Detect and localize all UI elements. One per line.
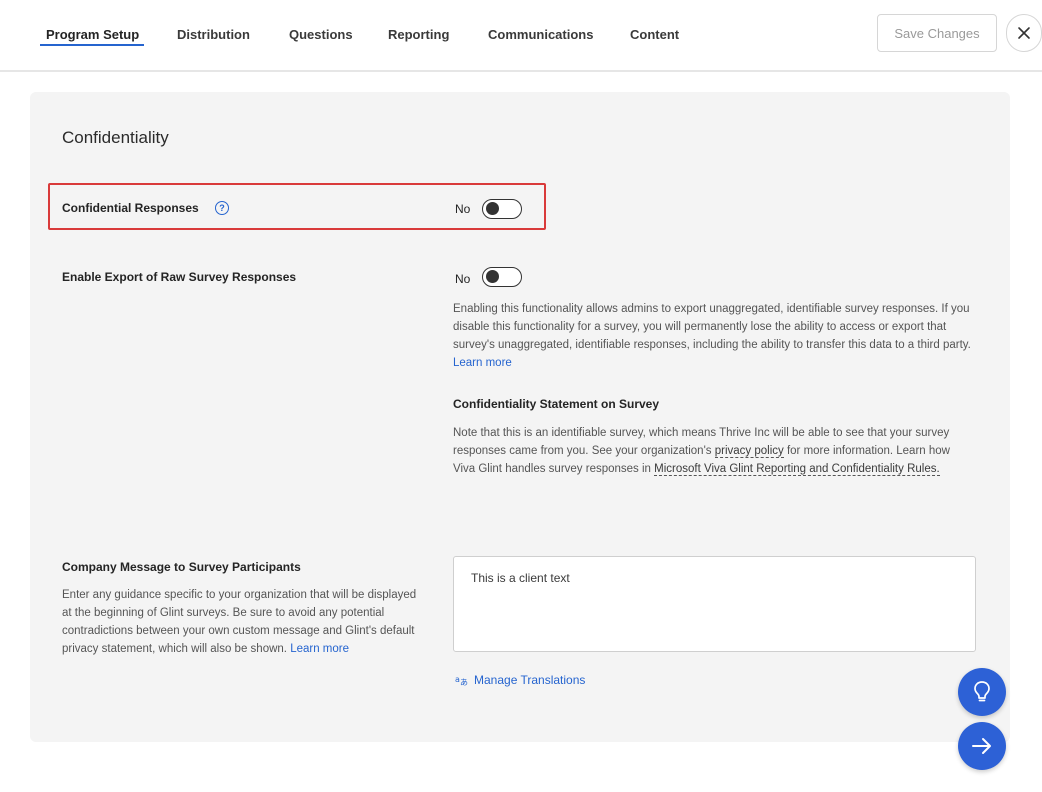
tab-reporting[interactable]: Reporting bbox=[388, 27, 449, 42]
reporting-rules-link[interactable]: Microsoft Viva Glint Reporting and Confi… bbox=[654, 463, 940, 476]
toggle-knob bbox=[486, 270, 499, 283]
confidential-responses-toggle[interactable] bbox=[482, 199, 522, 219]
save-changes-button[interactable]: Save Changes bbox=[877, 14, 997, 52]
hint-button[interactable] bbox=[958, 668, 1006, 716]
top-nav-bar: Program Setup Distribution Questions Rep… bbox=[0, 0, 1042, 72]
active-tab-indicator bbox=[40, 44, 144, 46]
lightbulb-icon bbox=[974, 681, 990, 702]
tab-communications[interactable]: Communications bbox=[488, 27, 593, 42]
manage-translations-link[interactable]: a あ Manage Translations bbox=[455, 673, 585, 687]
arrow-right-icon bbox=[972, 738, 991, 754]
privacy-policy-link[interactable]: privacy policy bbox=[714, 445, 784, 458]
company-message-learn-more-link[interactable]: Learn more bbox=[290, 643, 349, 655]
company-message-input[interactable]: This is a client text bbox=[453, 556, 976, 652]
confidential-responses-label: Confidential Responses bbox=[62, 201, 199, 215]
export-raw-responses-toggle[interactable] bbox=[482, 267, 522, 287]
confidential-responses-state: No bbox=[455, 202, 471, 216]
next-button[interactable] bbox=[958, 722, 1006, 770]
export-raw-description: Enabling this functionality allows admin… bbox=[453, 300, 973, 372]
confidentiality-statement-heading: Confidentiality Statement on Survey bbox=[453, 397, 660, 411]
export-raw-description-text: Enabling this functionality allows admin… bbox=[453, 303, 971, 351]
export-raw-learn-more-link[interactable]: Learn more bbox=[453, 357, 512, 369]
section-title: Confidentiality bbox=[62, 128, 169, 147]
translate-icon: a あ bbox=[455, 675, 468, 686]
tab-program-setup[interactable]: Program Setup bbox=[46, 27, 139, 42]
confidentiality-statement-text: Note that this is an identifiable survey… bbox=[453, 424, 973, 478]
company-message-description: Enter any guidance specific to your orga… bbox=[62, 586, 422, 658]
company-message-heading: Company Message to Survey Participants bbox=[62, 560, 301, 574]
help-icon[interactable]: ? bbox=[215, 201, 229, 215]
tab-distribution[interactable]: Distribution bbox=[177, 27, 250, 42]
svg-text:あ: あ bbox=[460, 678, 468, 686]
toggle-knob bbox=[486, 202, 499, 215]
export-raw-responses-state: No bbox=[455, 272, 471, 286]
close-icon bbox=[1018, 27, 1030, 39]
close-button[interactable] bbox=[1006, 14, 1042, 52]
manage-translations-label: Manage Translations bbox=[474, 673, 586, 687]
company-message-description-text: Enter any guidance specific to your orga… bbox=[62, 589, 417, 655]
export-raw-responses-label: Enable Export of Raw Survey Responses bbox=[62, 270, 297, 284]
tab-content[interactable]: Content bbox=[630, 27, 679, 42]
tab-questions[interactable]: Questions bbox=[289, 27, 353, 42]
